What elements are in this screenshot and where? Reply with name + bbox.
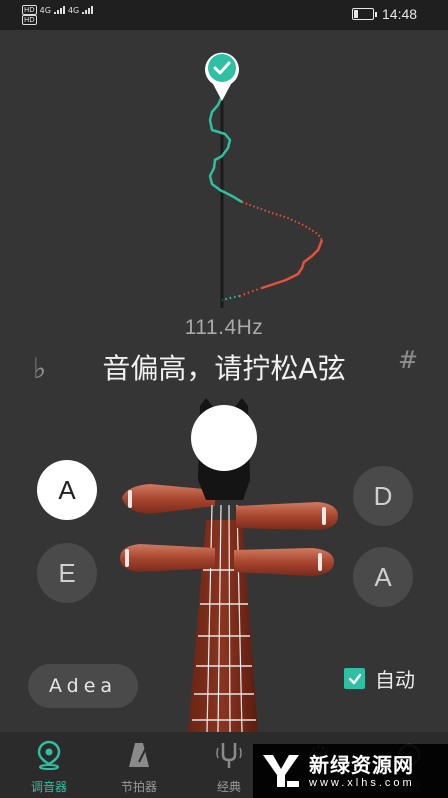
- hd-badge-1: HD: [22, 5, 37, 15]
- tuning-peg-right-bottom: [234, 548, 334, 576]
- tuning-preset-button[interactable]: Adea: [28, 664, 138, 708]
- watermark-name: 新绿资源网: [309, 753, 414, 777]
- string-button-1[interactable]: A: [37, 460, 97, 520]
- tuning-hint: 音偏高，请拧松A弦: [102, 352, 346, 385]
- location-pin-icon: [37, 740, 61, 770]
- watermark-logo-icon: [263, 755, 299, 787]
- tuning-peg-left-bottom: [120, 544, 215, 572]
- auto-checkbox[interactable]: [344, 668, 365, 689]
- flat-icon: ♭: [33, 352, 47, 385]
- watermark: 新绿资源网 www.xlhs.com: [253, 744, 448, 798]
- auto-mode-label: 自动: [375, 668, 415, 692]
- sharp-trace: [261, 239, 324, 290]
- in-range-trace: [208, 95, 243, 204]
- string-button-2[interactable]: E: [37, 543, 97, 603]
- battery-icon: [352, 8, 377, 20]
- tuning-peg-back-left: [122, 484, 215, 514]
- tab-tuner-label: 调音器: [30, 780, 67, 794]
- clock: 14:48: [382, 6, 418, 22]
- network-indicators: HD 4G 4G HD: [22, 5, 94, 25]
- sharp-icon: #: [398, 346, 419, 374]
- tuning-indicator: [191, 405, 257, 471]
- tab-metronome[interactable]: 节拍器: [94, 732, 184, 798]
- pitch-trace: [205, 52, 324, 308]
- network-gen-1: 4G: [39, 5, 51, 15]
- tuning-peg-right-top: [236, 502, 338, 530]
- tab-tuner[interactable]: 调音器: [4, 732, 94, 798]
- watermark-url: www.xlhs.com: [309, 777, 415, 789]
- status-bar: HD 4G 4G HD 14:48: [0, 0, 448, 30]
- check-icon: [205, 52, 239, 101]
- tab-metronome-label: 节拍器: [120, 780, 157, 794]
- checkmark-icon: [348, 673, 361, 684]
- auto-mode-toggle[interactable]: 自动: [344, 664, 415, 693]
- tuning-fork-icon: [216, 743, 242, 768]
- sharp-trace-dots: [241, 201, 323, 241]
- signal-icon: [53, 6, 65, 14]
- string-button-3[interactable]: D: [353, 466, 413, 526]
- hd-badge-2: HD: [22, 15, 37, 25]
- network-gen-2: 4G: [67, 5, 80, 15]
- frequency-readout: 111.4Hz: [184, 316, 264, 339]
- signal-icon-2: [82, 6, 94, 14]
- trace-tail: [221, 295, 241, 301]
- string-button-4[interactable]: A: [353, 547, 413, 607]
- tab-classic-label: 经典: [216, 780, 241, 794]
- metronome-icon: [129, 743, 149, 767]
- sharp-trace-tail: [239, 287, 263, 297]
